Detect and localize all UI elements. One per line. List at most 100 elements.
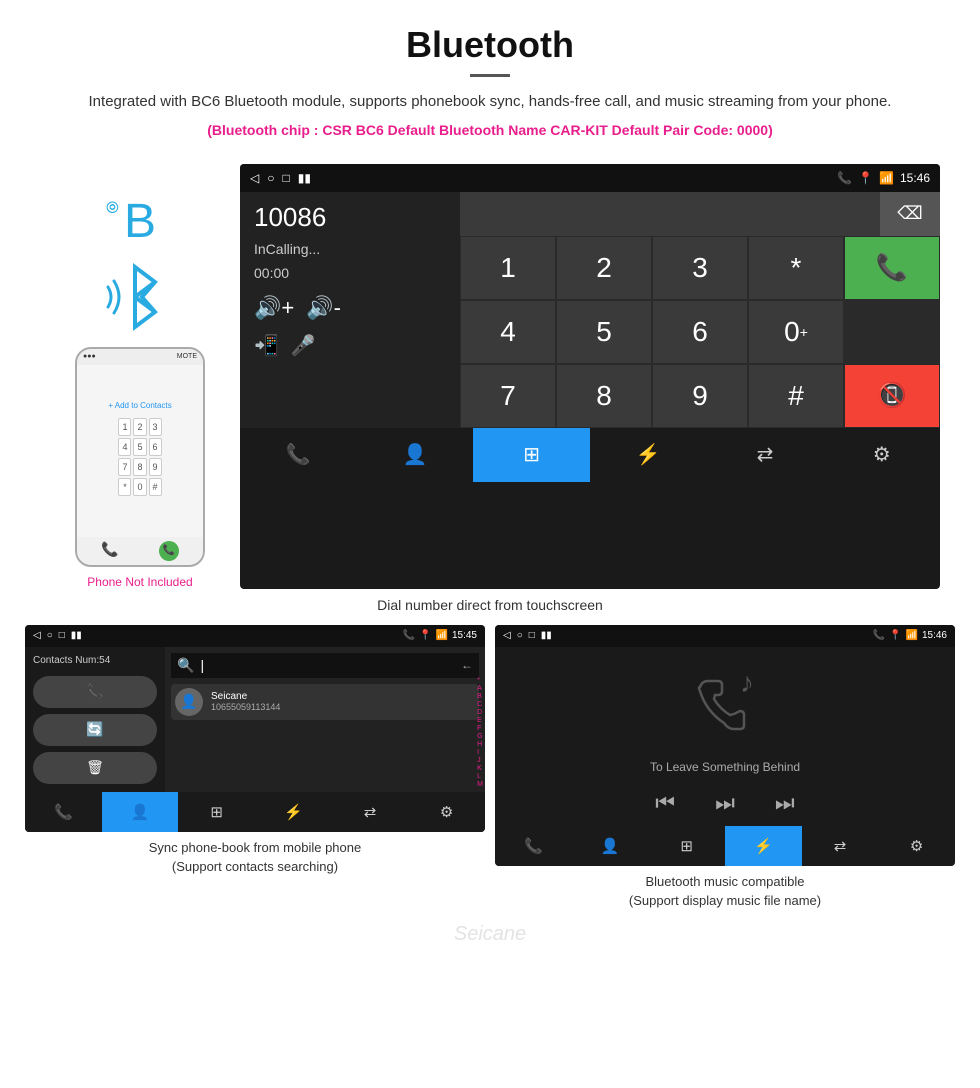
contact-number: 10655059113144 <box>211 702 280 712</box>
bottom-screens-row: ◁ ○ □ ▮▮ 📞 📍 📶 15:45 Contacts Num:54 📞 <box>0 625 980 915</box>
pb-nav-phone[interactable]: 📞 <box>25 792 102 832</box>
delete-sidebar-btn[interactable]: 🗑 <box>33 752 157 784</box>
mu-wifi-icon: 📶 <box>906 630 918 641</box>
key-4[interactable]: 4 <box>460 300 556 364</box>
alpha-i[interactable]: I <box>477 749 483 756</box>
key-hash[interactable]: # <box>748 364 844 428</box>
search-cursor: | <box>200 657 204 673</box>
phonebook-bottom-nav: 📞 👤 ⊞ ⚡ ⇄ ⚙ <box>25 792 485 832</box>
alpha-list: * A B C D E F G H I J K L M <box>477 677 483 788</box>
alpha-k[interactable]: K <box>477 765 483 772</box>
pb-nav-settings[interactable]: ⚙ <box>408 792 485 832</box>
key-2[interactable]: 2 <box>556 236 652 300</box>
phone-bottom-bar: 📞 📞 <box>77 537 203 565</box>
call-sidebar-btn[interactable]: 📞 <box>33 676 157 708</box>
contact-avatar: 👤 <box>175 688 203 716</box>
volume-down-icon[interactable]: 🔊- <box>306 295 341 321</box>
mu-nav-transfer[interactable]: ⇄ <box>802 826 879 866</box>
contact-item[interactable]: 👤 Seicane 10655059113144 <box>171 684 479 720</box>
volume-up-icon[interactable]: 🔊+ <box>254 295 294 321</box>
title-divider <box>470 74 510 77</box>
microphone-icon[interactable]: 🎤 <box>291 333 316 358</box>
specs-text: (Bluetooth chip : CSR BC6 Default Blueto… <box>60 122 920 138</box>
music-svg-icon: ♪ <box>680 667 770 747</box>
pb-time: 15:45 <box>452 630 477 641</box>
notifications-icon: ▮▮ <box>298 171 311 185</box>
svg-text:♪: ♪ <box>740 667 754 698</box>
phone-status-bar: ●●● MOTE <box>77 349 203 365</box>
alpha-a[interactable]: A <box>477 685 483 692</box>
music-screen: ◁ ○ □ ▮▮ 📞 📍 📶 15:46 <box>495 625 955 866</box>
pb-nav-bt[interactable]: ⚡ <box>255 792 332 832</box>
alpha-h[interactable]: H <box>477 741 483 748</box>
alpha-f[interactable]: F <box>477 725 483 732</box>
nav-transfer[interactable]: ⇄ <box>707 428 824 482</box>
numpad-grid: 1 2 3 * 📞 4 5 6 0+ 7 8 9 # 📵 <box>460 236 940 428</box>
mu-back-icon: ◁ <box>503 630 511 641</box>
seicane-watermark: Seicane <box>0 915 980 954</box>
music-status-right: 📞 📍 📶 15:46 <box>873 630 947 641</box>
nav-keypad[interactable]: ⊞ <box>473 428 590 482</box>
dial-input-field[interactable] <box>460 192 880 236</box>
pb-recents-icon: □ <box>59 630 65 641</box>
key-7[interactable]: 7 <box>460 364 556 428</box>
music-body: ♪ To Leave Something Behind ⏮ ⏭ ⏭ <box>495 647 955 826</box>
music-bottom-nav: 📞 👤 ⊞ ⚡ ⇄ ⚙ <box>495 826 955 866</box>
alpha-e[interactable]: E <box>477 717 483 724</box>
nav-bluetooth[interactable]: ⚡ <box>590 428 707 482</box>
pb-nav-contacts[interactable]: 👤 <box>102 792 179 832</box>
alpha-d[interactable]: D <box>477 709 483 716</box>
nav-phone[interactable]: 📞 <box>240 428 357 482</box>
alpha-j[interactable]: J <box>477 757 483 764</box>
mu-nav-keypad[interactable]: ⊞ <box>648 826 725 866</box>
pb-nav-keypad[interactable]: ⊞ <box>178 792 255 832</box>
phonebook-status-right: 📞 📍 📶 15:45 <box>403 630 477 641</box>
phone-not-included-label: Phone Not Included <box>87 575 192 589</box>
pb-call-icon: 📞 <box>403 630 415 641</box>
phonebook-body: Contacts Num:54 📞 🔄 🗑 🔍 | ← <box>25 647 485 792</box>
backspace-button[interactable]: ⌫ <box>880 192 940 236</box>
refresh-sidebar-btn[interactable]: 🔄 <box>33 714 157 746</box>
alpha-l[interactable]: L <box>477 773 483 780</box>
prev-track-button[interactable]: ⏮ <box>655 790 675 816</box>
car-head-unit-screen: ◁ ○ □ ▮▮ 📞 📍 📶 15:46 10086 InCalling... … <box>240 164 940 589</box>
end-call-button[interactable]: 📵 <box>844 364 940 428</box>
mu-loc-icon: 📍 <box>889 630 901 641</box>
next-track-button[interactable]: ⏭ <box>775 790 795 816</box>
pb-nav-transfer[interactable]: ⇄ <box>332 792 409 832</box>
key-5[interactable]: 5 <box>556 300 652 364</box>
play-pause-button[interactable]: ⏭ <box>715 790 735 816</box>
alpha-c[interactable]: C <box>477 701 483 708</box>
alpha-m[interactable]: M <box>477 781 483 788</box>
key-star[interactable]: * <box>748 236 844 300</box>
search-backspace[interactable]: ← <box>461 658 473 672</box>
phone-call-button[interactable]: 📞 <box>159 541 179 561</box>
mu-nav-bt[interactable]: ⚡ <box>725 826 802 866</box>
page-header: Bluetooth Integrated with BC6 Bluetooth … <box>0 0 980 154</box>
phonebook-search-row: 🔍 | ← <box>171 653 479 678</box>
call-icon: 📞 <box>837 171 852 185</box>
key-3[interactable]: 3 <box>652 236 748 300</box>
key-1[interactable]: 1 <box>460 236 556 300</box>
search-icon: 🔍 <box>177 657 194 674</box>
alpha-star[interactable]: * <box>477 677 483 684</box>
key-9[interactable]: 9 <box>652 364 748 428</box>
mu-nav-phone[interactable]: 📞 <box>495 826 572 866</box>
bt-icon-wrapper <box>100 257 180 337</box>
key-8[interactable]: 8 <box>556 364 652 428</box>
wifi-icon: 📶 <box>879 171 894 185</box>
music-block: ◁ ○ □ ▮▮ 📞 📍 📶 15:46 <box>490 625 960 915</box>
transfer-icon[interactable]: 📲 <box>254 333 279 358</box>
nav-settings[interactable]: ⚙ <box>823 428 940 482</box>
nav-contacts[interactable]: 👤 <box>357 428 474 482</box>
key-0plus[interactable]: 0+ <box>748 300 844 364</box>
call-button[interactable]: 📞 <box>844 236 940 300</box>
mu-nav-settings[interactable]: ⚙ <box>878 826 955 866</box>
wifi-waves-icon: ⦾ <box>106 200 119 218</box>
mu-nav-contacts[interactable]: 👤 <box>572 826 649 866</box>
alpha-b[interactable]: B <box>477 693 483 700</box>
alpha-g[interactable]: G <box>477 733 483 740</box>
phonebook-caption: Sync phone-book from mobile phone (Suppo… <box>149 832 361 881</box>
phone-mini-keypad: 123 456 789 *0# <box>114 414 165 500</box>
key-6[interactable]: 6 <box>652 300 748 364</box>
